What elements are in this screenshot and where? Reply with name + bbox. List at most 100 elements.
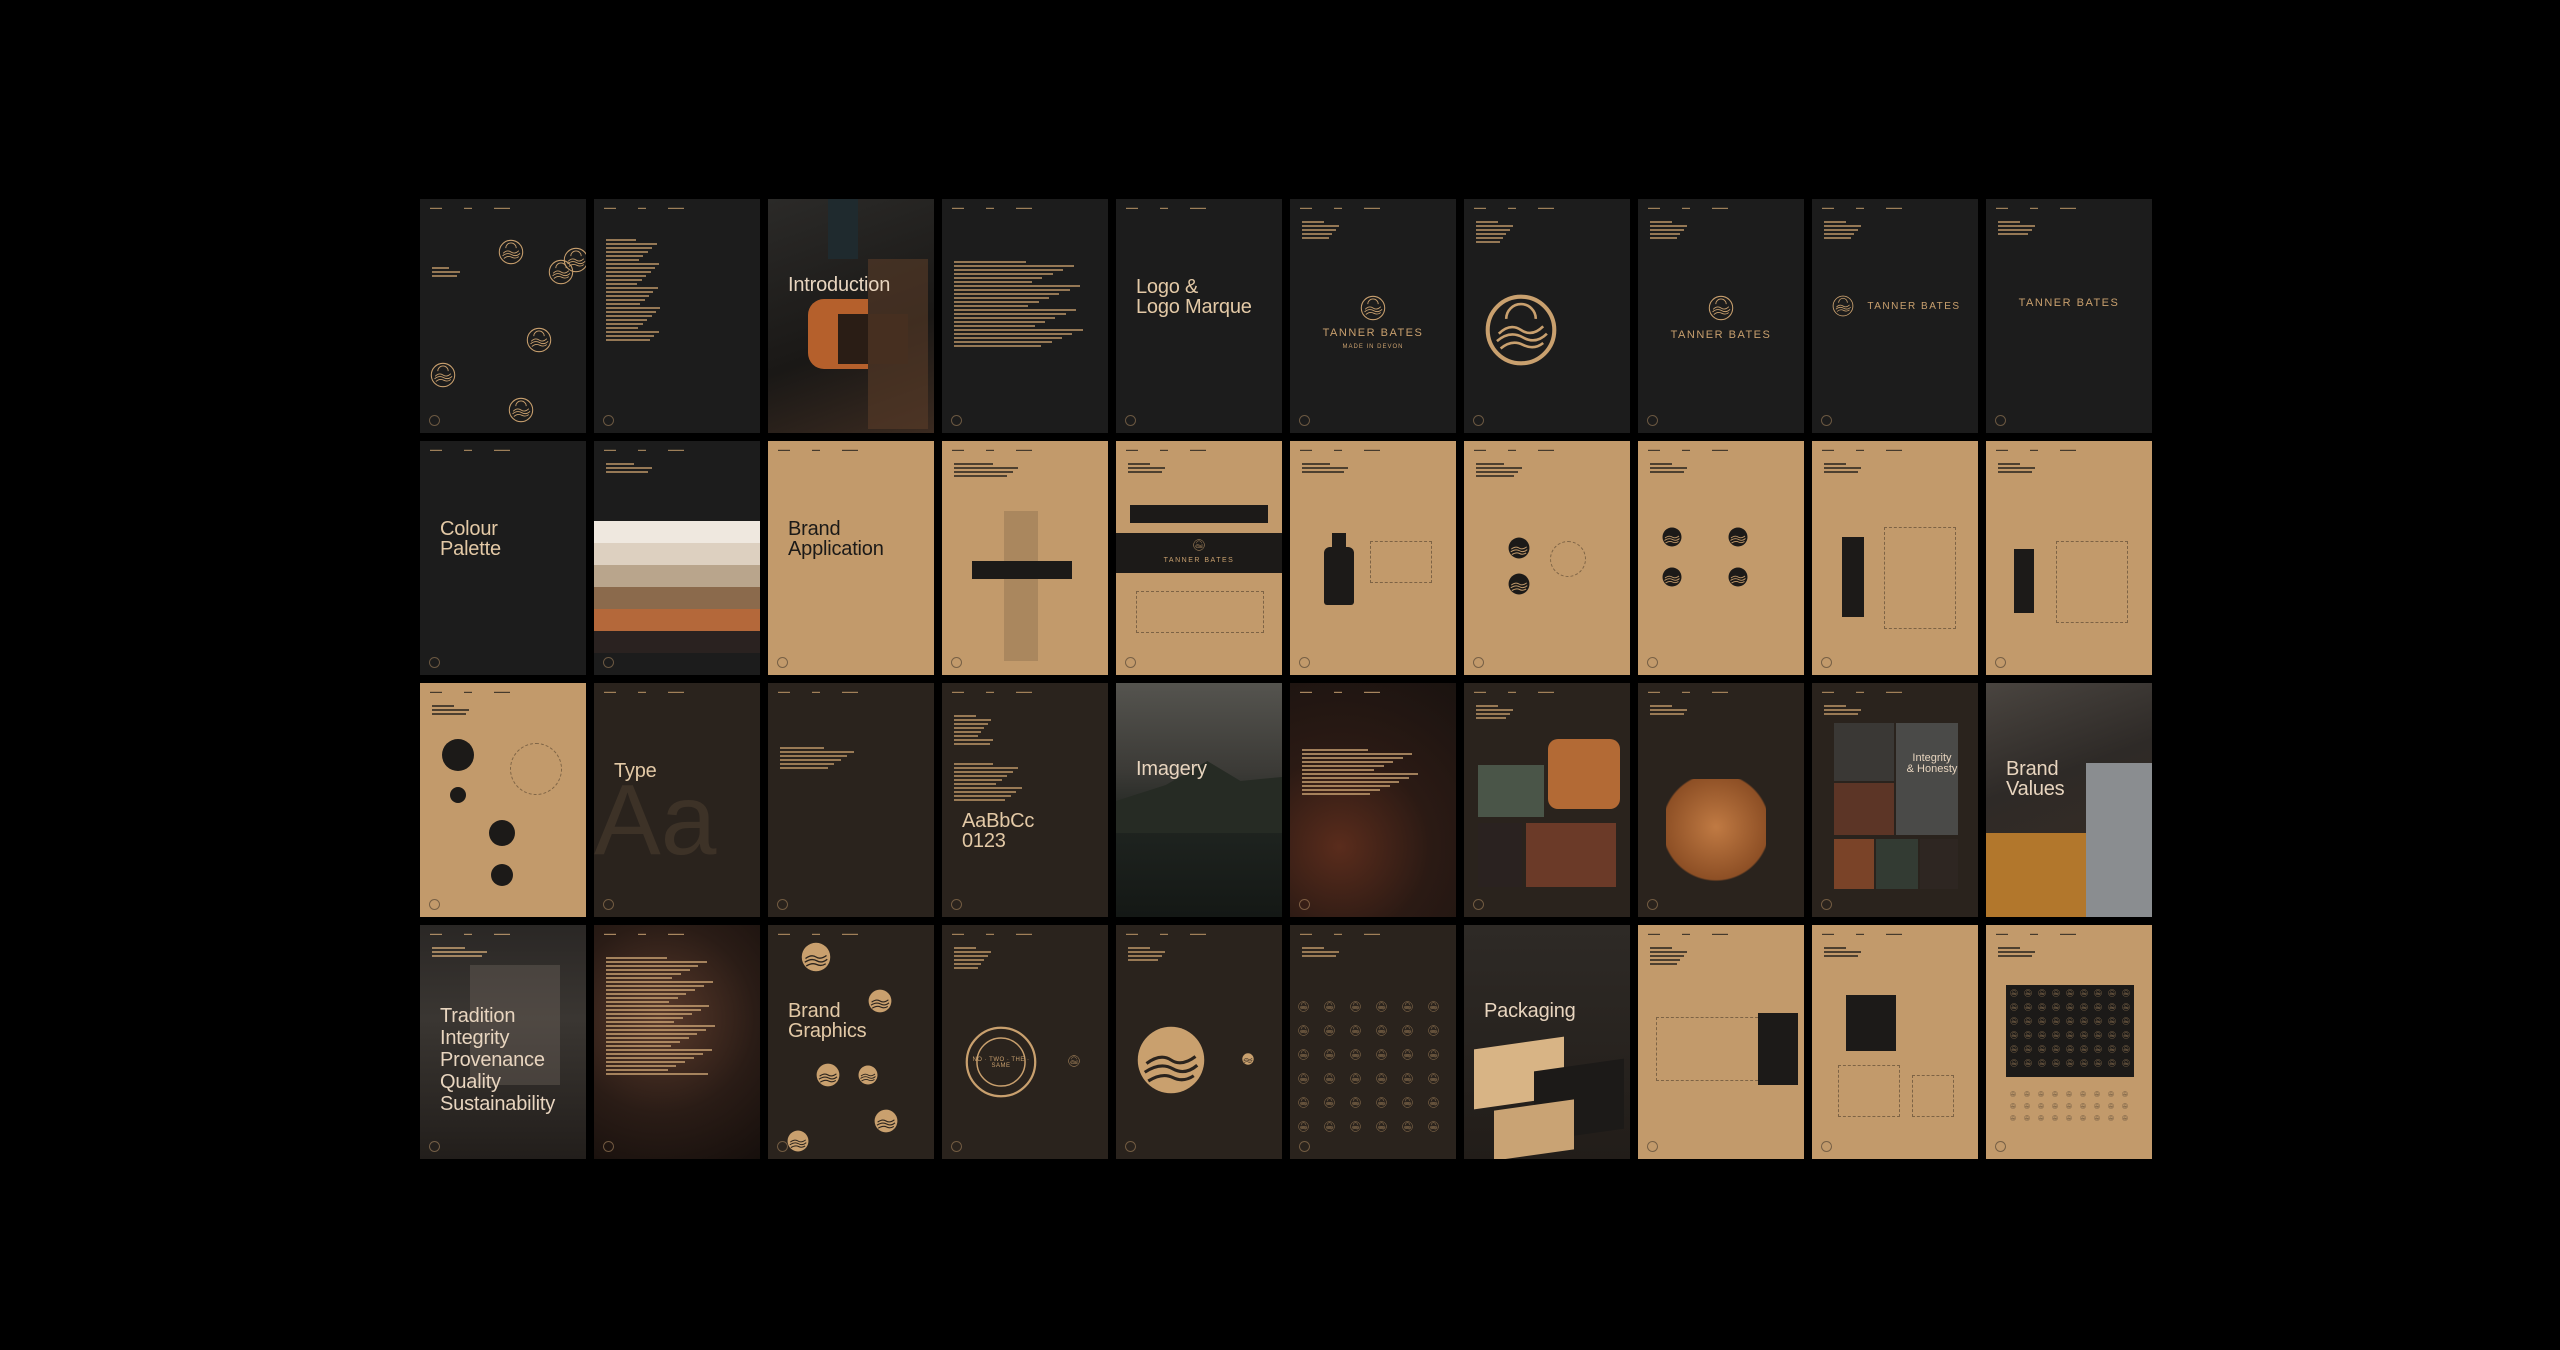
page-footer-mark xyxy=(1821,415,1832,426)
page-header: ▬▬▬ ▬▬ ▬▬▬▬ xyxy=(1126,447,1206,452)
page-introduction[interactable]: Introduction xyxy=(768,199,934,433)
page-app-stickers-2[interactable]: ▬▬▬ ▬▬ ▬▬▬▬ xyxy=(1464,441,1630,675)
pattern-icon xyxy=(2080,1115,2086,1121)
page-footer-mark xyxy=(777,1141,788,1152)
sun-hills-logo-icon xyxy=(563,247,586,273)
craftsman-photo xyxy=(1896,723,1958,835)
sun-hills-logo-icon xyxy=(874,1109,898,1133)
pattern-icon xyxy=(2066,989,2074,997)
page-imagery-backpack[interactable]: ▬▬▬ ▬▬ ▬▬▬▬ xyxy=(1638,683,1804,917)
page-app-strip[interactable]: ▬▬▬ ▬▬ ▬▬▬▬ TANNER BATES xyxy=(1116,441,1282,675)
pattern-icon xyxy=(2122,1031,2130,1039)
page-header: ▬▬▬ ▬▬ ▬▬▬▬ xyxy=(778,689,858,694)
pattern-icon xyxy=(2108,1003,2116,1011)
page-graphics-pattern[interactable]: ▬▬▬ ▬▬ ▬▬▬▬ xyxy=(1290,925,1456,1159)
page-colour-palette[interactable]: ▬▬▬ ▬▬ ▬▬▬▬ Colour Palette xyxy=(420,441,586,675)
pattern-icon xyxy=(2094,1115,2100,1121)
page-app-circles[interactable]: ▬▬▬ ▬▬ ▬▬▬▬ xyxy=(420,683,586,917)
page-imagery[interactable]: Imagery xyxy=(1116,683,1282,917)
pattern-icon xyxy=(1428,1025,1439,1036)
pattern-icon xyxy=(1298,1073,1309,1084)
page-type[interactable]: ▬▬▬ ▬▬ ▬▬▬▬ Aa Type xyxy=(594,683,760,917)
body-text-block xyxy=(1302,219,1339,241)
page-graphics-badge[interactable]: ▬▬▬ ▬▬ ▬▬▬▬ NO · TWO · THE · SAME xyxy=(942,925,1108,1159)
pattern-icon xyxy=(2108,989,2116,997)
pattern-icon xyxy=(2094,1003,2102,1011)
pattern-icon xyxy=(2080,989,2088,997)
backpack-photo xyxy=(1834,839,1874,889)
pattern-icon xyxy=(2038,1045,2046,1053)
pattern-icon xyxy=(2094,1091,2100,1097)
body-text-block xyxy=(1824,219,1861,241)
page-header: ▬▬▬ ▬▬ ▬▬▬▬ xyxy=(778,447,858,452)
pattern-icon xyxy=(1298,1097,1309,1108)
page-brand-application[interactable]: ▬▬▬ ▬▬ ▬▬▬▬ Brand Application xyxy=(768,441,934,675)
pattern-icon xyxy=(1324,1073,1335,1084)
page-logo-marque-large[interactable]: ▬▬▬ ▬▬ ▬▬▬▬ xyxy=(1464,199,1630,433)
page-packaging[interactable]: Packaging xyxy=(1464,925,1630,1159)
page-brand-graphics[interactable]: ▬▬▬ ▬▬ ▬▬▬▬ Brand Graphics xyxy=(768,925,934,1159)
pattern-icon xyxy=(1350,1049,1361,1060)
pattern-icon xyxy=(1350,1025,1361,1036)
page-logo-stacked[interactable]: ▬▬▬ ▬▬ ▬▬▬▬ TANNER BATES xyxy=(1638,199,1804,433)
pattern-icon xyxy=(2066,1045,2074,1053)
section-title: Colour Palette xyxy=(440,518,501,560)
page-app-stickers-4[interactable]: ▬▬▬ ▬▬ ▬▬▬▬ xyxy=(1638,441,1804,675)
page-header: ▬▬▬ ▬▬ ▬▬▬▬ xyxy=(1648,205,1728,210)
page-footer-mark xyxy=(1125,657,1136,668)
page-brand-values[interactable]: Brand Values xyxy=(1986,683,2152,917)
page-footer-mark xyxy=(603,1141,614,1152)
page-app-tag[interactable]: ▬▬▬ ▬▬ ▬▬▬▬ xyxy=(1986,441,2152,675)
page-imagery-grid[interactable]: ▬▬▬ ▬▬ ▬▬▬▬ Integrity & Honesty xyxy=(1812,683,1978,917)
page-pack-tissue[interactable]: ▬▬▬ ▬▬ ▬▬▬▬ xyxy=(1986,925,2152,1159)
page-header: ▬▬▬ ▬▬ ▬▬▬▬ xyxy=(1300,689,1380,694)
page-footer-mark xyxy=(1299,657,1310,668)
page-type-specimen[interactable]: ▬▬▬ ▬▬ ▬▬▬▬ AaBbCc 0123 xyxy=(942,683,1108,917)
page-colour-swatches[interactable]: ▬▬▬ ▬▬ ▬▬▬▬ xyxy=(594,441,760,675)
page-values-text[interactable]: ▬▬▬ ▬▬ ▬▬▬▬ xyxy=(594,925,760,1159)
wordmark: TANNER BATES xyxy=(1670,329,1772,341)
body-text-block xyxy=(606,955,715,1077)
page-app-bottle[interactable]: ▬▬▬ ▬▬ ▬▬▬▬ xyxy=(1290,441,1456,675)
dieline-outline xyxy=(1136,591,1264,633)
page-pack-box[interactable]: ▬▬▬ ▬▬ ▬▬▬▬ xyxy=(1812,925,1978,1159)
page-logo-horizontal[interactable]: ▬▬▬ ▬▬ ▬▬▬▬ TANNER BATES xyxy=(1812,199,1978,433)
label-icon xyxy=(1130,505,1268,523)
body-text-block xyxy=(1302,461,1348,475)
page-type-text[interactable]: ▬▬▬ ▬▬ ▬▬▬▬ xyxy=(768,683,934,917)
workshop-photo xyxy=(1478,823,1522,887)
pattern-icon xyxy=(2010,1003,2018,1011)
page-imagery-text[interactable]: ▬▬▬ ▬▬ ▬▬▬▬ xyxy=(1290,683,1456,917)
page-values-list[interactable]: ▬▬▬ ▬▬ ▬▬▬▬ Tradition Integrity Provenance … xyxy=(420,925,586,1159)
page-app-label[interactable]: ▬▬▬ ▬▬ ▬▬▬▬ xyxy=(942,441,1108,675)
sun-hills-logo-icon xyxy=(526,327,552,353)
pattern-icon xyxy=(1428,1097,1439,1108)
landscape-photo xyxy=(1876,839,1918,889)
pattern-icon xyxy=(2066,1115,2072,1121)
page-graphics-marque[interactable]: ▬▬▬ ▬▬ ▬▬▬▬ xyxy=(1116,925,1282,1159)
page-logo-marque[interactable]: ▬▬▬ ▬▬ ▬▬▬▬ Logo & Logo Marque xyxy=(1116,199,1282,433)
page-header: ▬▬▬ ▬▬ ▬▬▬▬ xyxy=(430,931,510,936)
pattern-icon xyxy=(2108,1059,2116,1067)
page-pack-dieline[interactable]: ▬▬▬ ▬▬ ▬▬▬▬ xyxy=(1638,925,1804,1159)
pattern-icon xyxy=(1298,1049,1309,1060)
pattern-icon xyxy=(2122,1115,2128,1121)
page-header: ▬▬▬ ▬▬ ▬▬▬▬ xyxy=(1996,205,2076,210)
body-text-block xyxy=(1650,945,1687,967)
page-cover[interactable]: ▬▬▬ ▬▬ ▬▬▬▬ xyxy=(420,199,586,433)
pattern-icon xyxy=(2052,1103,2058,1109)
pattern-icon xyxy=(1402,1025,1413,1036)
pattern-icon xyxy=(2108,1017,2116,1025)
pattern-icon xyxy=(2038,1017,2046,1025)
page-intro-text[interactable]: ▬▬▬ ▬▬ ▬▬▬▬ xyxy=(942,199,1108,433)
body-text-block xyxy=(954,259,1083,349)
pattern-icon xyxy=(1324,1049,1335,1060)
page-logo-wordmark[interactable]: ▬▬▬ ▬▬ ▬▬▬▬ TANNER BATES xyxy=(1986,199,2152,433)
page-imagery-collage[interactable]: ▬▬▬ ▬▬ ▬▬▬▬ xyxy=(1464,683,1630,917)
page-header: ▬▬▬ ▬▬ ▬▬▬▬ xyxy=(1822,931,1902,936)
page-contents[interactable]: ▬▬▬ ▬▬ ▬▬▬▬ xyxy=(594,199,760,433)
page-header: ▬▬▬ ▬▬ ▬▬▬▬ xyxy=(1648,931,1728,936)
page-logo-primary[interactable]: ▬▬▬ ▬▬ ▬▬▬▬ TANNER BATES MADE IN DEVON xyxy=(1290,199,1456,433)
pattern-icon xyxy=(2052,989,2060,997)
page-app-tag-tall[interactable]: ▬▬▬ ▬▬ ▬▬▬▬ xyxy=(1812,441,1978,675)
